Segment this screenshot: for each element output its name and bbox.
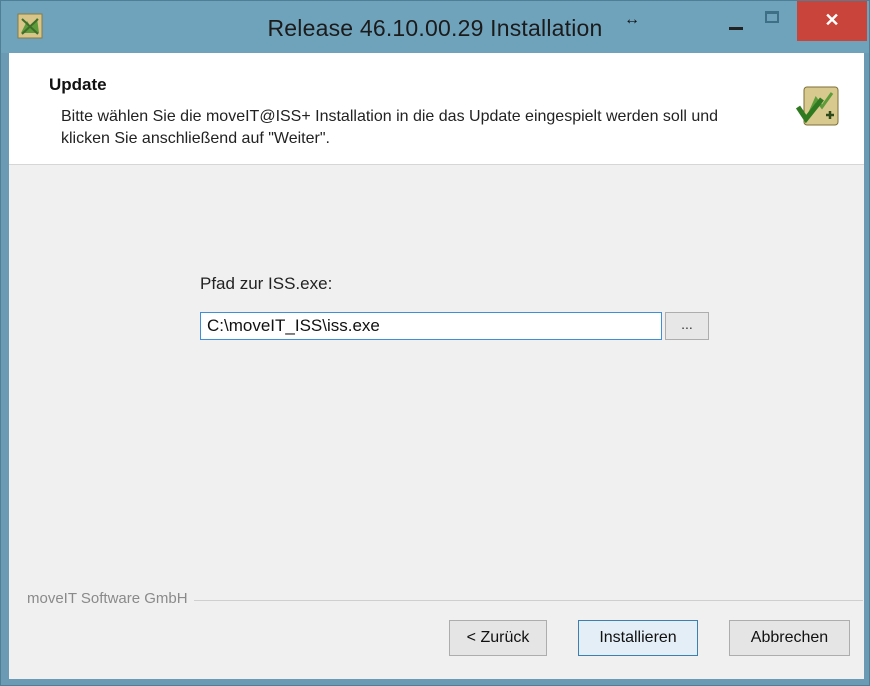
minimize-button[interactable] — [723, 7, 751, 35]
cancel-button[interactable]: Abbrechen — [729, 620, 850, 656]
maximize-button[interactable] — [759, 5, 787, 33]
back-button[interactable]: < Zurück — [449, 620, 547, 656]
close-icon: ✕ — [824, 10, 840, 30]
company-label: moveIT Software GmbH — [27, 590, 194, 607]
header-title: Update — [49, 75, 107, 94]
title-bar[interactable]: Release 46.10.00.29 Installation ↔ ✕ — [1, 1, 869, 53]
minimize-icon — [729, 27, 743, 30]
path-label: Pfad zur ISS.exe: — [200, 274, 333, 293]
wizard-header: Update Bitte wählen Sie die moveIT@ISS+ … — [9, 53, 864, 165]
close-button[interactable]: ✕ — [797, 1, 867, 41]
install-button[interactable]: Installieren — [578, 620, 698, 656]
resize-arrows-icon: ↔ — [624, 11, 640, 28]
update-logo-icon — [796, 86, 839, 126]
browse-button[interactable]: ... — [665, 312, 709, 340]
company-divider: moveIT Software GmbH — [27, 590, 863, 610]
maximize-icon — [765, 11, 779, 23]
path-input[interactable] — [200, 312, 662, 340]
dialog-body: Update Bitte wählen Sie die moveIT@ISS+ … — [9, 53, 864, 679]
installer-window: Release 46.10.00.29 Installation ↔ ✕ Upd… — [0, 0, 870, 686]
header-description: Bitte wählen Sie die moveIT@ISS+ Install… — [61, 108, 719, 147]
